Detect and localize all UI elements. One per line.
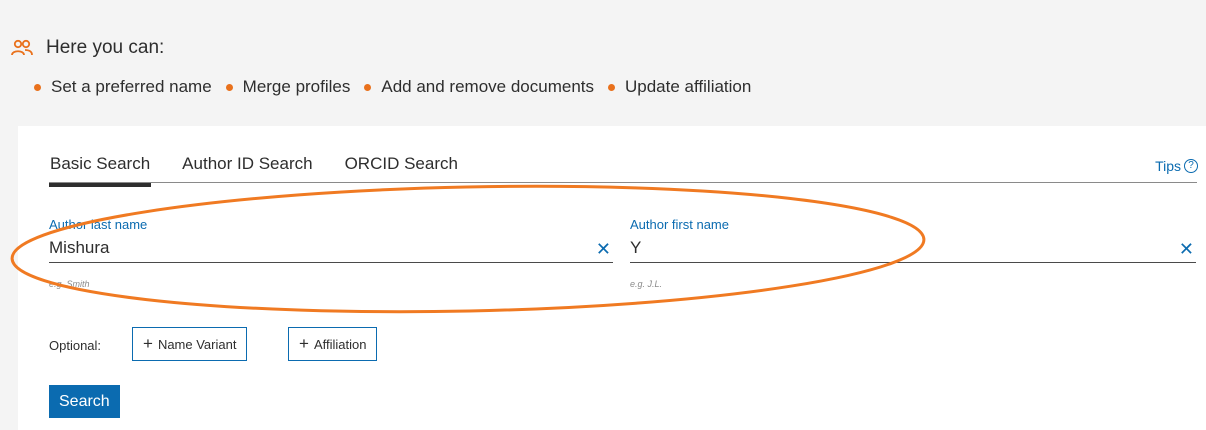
help-circle-icon: ? bbox=[1184, 159, 1198, 173]
people-icon bbox=[11, 39, 33, 56]
clear-last-name-icon[interactable]: ✕ bbox=[596, 239, 611, 260]
list-item: Set a preferred name bbox=[34, 77, 212, 97]
intro-header: Here you can: bbox=[10, 37, 164, 59]
list-item: Merge profiles bbox=[225, 77, 350, 97]
plus-icon: + bbox=[143, 334, 153, 353]
bullet-dot bbox=[364, 83, 372, 91]
first-name-hint: e.g. J.L. bbox=[630, 279, 663, 289]
field-underline bbox=[630, 262, 1196, 263]
plus-icon: + bbox=[299, 334, 309, 353]
intro-title: Here you can: bbox=[46, 37, 165, 58]
last-name-field: Author last name e.g. Smith ✕ bbox=[49, 217, 613, 289]
add-name-variant-button[interactable]: + Name Variant bbox=[132, 327, 248, 361]
bullet-dot bbox=[225, 83, 233, 91]
last-name-hint: e.g. Smith bbox=[49, 279, 90, 289]
search-button[interactable]: Search bbox=[49, 385, 120, 418]
clear-first-name-icon[interactable]: ✕ bbox=[1179, 239, 1194, 260]
field-underline bbox=[49, 262, 613, 263]
tabs-divider bbox=[49, 182, 1197, 183]
last-name-label: Author last name bbox=[49, 217, 148, 232]
optional-label: Optional: bbox=[49, 338, 102, 353]
list-item: Add and remove documents bbox=[364, 77, 594, 97]
bullet-dot bbox=[34, 83, 41, 91]
first-name-label: Author first name bbox=[630, 217, 729, 232]
last-name-input[interactable] bbox=[49, 238, 613, 262]
intro-bullets: Set a preferred name Merge profiles Add … bbox=[34, 77, 765, 97]
search-panel: Basic Search Author ID Search ORCID Sear… bbox=[18, 126, 1206, 430]
first-name-input[interactable] bbox=[630, 238, 1196, 262]
add-affiliation-button[interactable]: + Affiliation bbox=[288, 327, 378, 361]
first-name-field: Author first name e.g. J.L. ✕ bbox=[630, 217, 1196, 289]
list-item: Update affiliation bbox=[608, 77, 751, 97]
bullet-dot bbox=[608, 83, 615, 91]
tips-link[interactable]: Tips ? bbox=[1155, 158, 1198, 174]
